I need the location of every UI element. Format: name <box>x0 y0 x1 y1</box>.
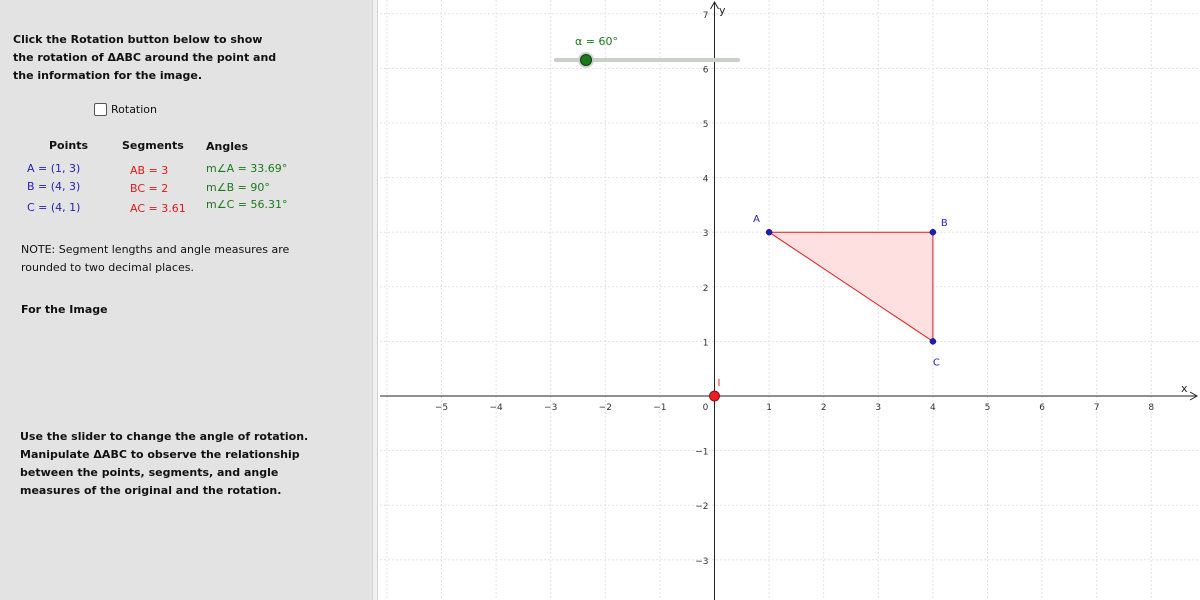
x-tick-label: 8 <box>1148 403 1154 413</box>
vertex-b[interactable] <box>929 228 937 236</box>
x-tick-label: 1 <box>766 403 772 413</box>
x-tick-label: −1 <box>653 403 666 413</box>
y-tick-label: −2 <box>695 502 708 512</box>
rotation-center-label: I <box>718 378 721 389</box>
y-tick-label: 1 <box>703 338 709 348</box>
vertex-label-c: C <box>933 357 940 368</box>
vertex-c[interactable] <box>929 338 937 345</box>
graphing-canvas[interactable]: x y −5 −4 −3 −2 −1 0 1 2 3 4 5 6 7 8 −3 −2 −1 1 2 3 4 5 6 7 A B C… <box>0 0 1200 600</box>
x-axis-label: x <box>1181 382 1188 395</box>
x-tick-label: −3 <box>544 403 557 413</box>
x-tick-label: −2 <box>599 403 612 413</box>
x-tick-label: 2 <box>821 403 827 413</box>
x-tick-label: 5 <box>985 403 991 413</box>
slider-handle[interactable] <box>580 54 592 66</box>
x-tick-label: 3 <box>875 403 881 413</box>
y-tick-label: −1 <box>695 448 708 458</box>
grid <box>380 0 1200 600</box>
y-tick-label: 7 <box>703 11 709 21</box>
axes: x y <box>380 0 1199 600</box>
x-tick-label: 6 <box>1039 403 1045 413</box>
x-tick-label: 0 <box>703 403 709 413</box>
x-tick-label: −5 <box>435 403 448 413</box>
vertex-a[interactable] <box>765 228 773 236</box>
triangle-abc[interactable]: A B C <box>753 214 948 368</box>
vertex-label-a: A <box>753 214 760 225</box>
y-tick-label: 6 <box>703 65 709 75</box>
y-tick-label: 4 <box>703 175 709 185</box>
x-tick-label: 4 <box>930 403 936 413</box>
x-tick-label: −4 <box>489 403 503 413</box>
tick-labels: −5 −4 −3 −2 −1 0 1 2 3 4 5 6 7 8 −3 −2 −1 1 2 3 4 5 6 7 <box>435 11 1155 567</box>
x-tick-label: 7 <box>1094 403 1100 413</box>
rotation-center-point[interactable] <box>709 390 720 402</box>
vertex-label-b: B <box>941 218 948 229</box>
angle-slider[interactable]: α = 60° <box>554 35 740 68</box>
y-tick-label: 5 <box>703 120 709 130</box>
y-tick-label: 2 <box>703 284 709 294</box>
y-axis-label: y <box>719 4 726 17</box>
slider-label: α = 60° <box>575 35 618 48</box>
y-tick-label: 3 <box>703 229 709 239</box>
y-tick-label: −3 <box>695 557 708 567</box>
